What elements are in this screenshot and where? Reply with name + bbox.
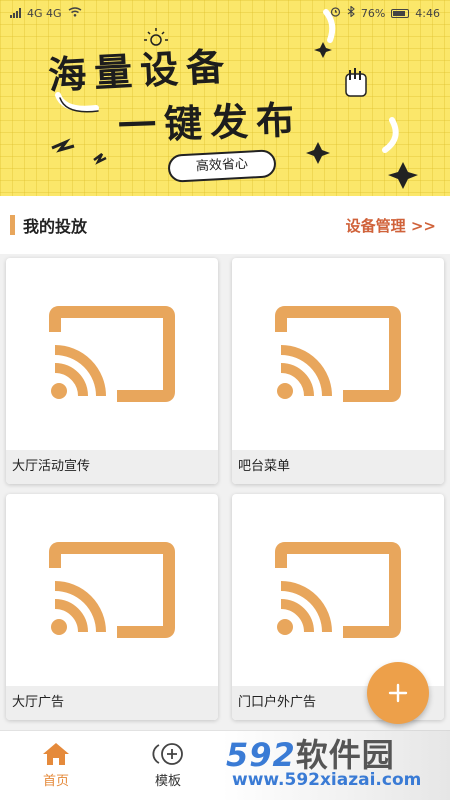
nav-templates[interactable]: 模板 [112, 731, 224, 800]
playlist-card[interactable]: 吧台菜单 [232, 258, 444, 484]
playlist-card[interactable]: 大厅广告 [6, 494, 218, 720]
home-icon [43, 743, 69, 765]
hero-banner[interactable]: 4G 4G 76% 4:46 海量设备 一键发布 高效省心 [0, 0, 450, 196]
nav-templates-label: 模板 [154, 774, 181, 789]
banner-headline-1: 海量设备 [47, 44, 234, 98]
card-label: 吧台菜单 [232, 450, 444, 484]
cast-icon [49, 306, 175, 402]
section-title-text: 我的投放 [23, 217, 88, 236]
watermark-brand-number: 592 [226, 736, 296, 774]
card-thumbnail [232, 258, 444, 450]
card-label: 大厅广告 [6, 686, 218, 720]
section-title: 我的投放 [10, 213, 87, 237]
watermark-brand-text: 软件园 [295, 736, 395, 774]
watermark-url: www.592xiazai.com [232, 770, 422, 790]
device-management-link[interactable]: 设备管理 >> [346, 215, 436, 236]
card-label: 大厅活动宣传 [6, 450, 218, 484]
banner-tagline: 高效省心 [167, 149, 277, 183]
cast-icon [275, 542, 401, 638]
add-button[interactable] [367, 662, 429, 724]
template-icon [152, 743, 183, 765]
section-accent-bar [10, 215, 15, 235]
playlist-card[interactable]: 大厅活动宣传 [6, 258, 218, 484]
section-header: 我的投放 设备管理 >> [0, 196, 450, 254]
banner-headline-2: 一键发布 [117, 97, 303, 149]
cast-icon [275, 306, 401, 402]
card-thumbnail [6, 258, 218, 450]
nav-home[interactable]: 首页 [0, 731, 112, 800]
plus-icon [388, 683, 408, 703]
card-thumbnail [6, 494, 218, 686]
card-thumbnail [232, 494, 444, 686]
nav-home-label: 首页 [42, 774, 69, 789]
cast-icon [49, 542, 175, 638]
